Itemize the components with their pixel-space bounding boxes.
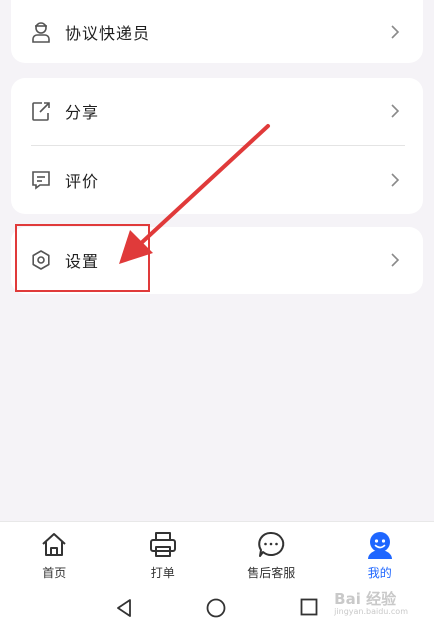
chat-icon [258,531,285,557]
tab-mine[interactable]: 我的 [326,522,434,584]
tab-print-label: 打单 [150,566,175,580]
printer-icon [149,532,176,557]
home-icon [42,533,66,556]
back-icon[interactable] [114,598,134,618]
watermark-text: Bai 经验 [334,590,397,608]
tab-home-label: 首页 [42,566,67,580]
tab-home[interactable]: 首页 [0,522,109,584]
watermark: Bai 经验 jingyan.baidu.com [334,588,408,616]
tab-support[interactable]: 售后客服 [217,522,326,584]
tab-mine-label: 我的 [367,566,392,580]
recents-icon[interactable] [300,598,318,616]
profile-avatar-icon [367,532,392,559]
tab-support-label: 售后客服 [247,566,296,580]
tab-print[interactable]: 打单 [109,522,218,584]
home-circle-icon[interactable] [206,598,226,618]
bottom-tab-bar: 首页 打单 售后客服 我的 [0,521,434,584]
watermark-sub: jingyan.baidu.com [334,607,408,616]
